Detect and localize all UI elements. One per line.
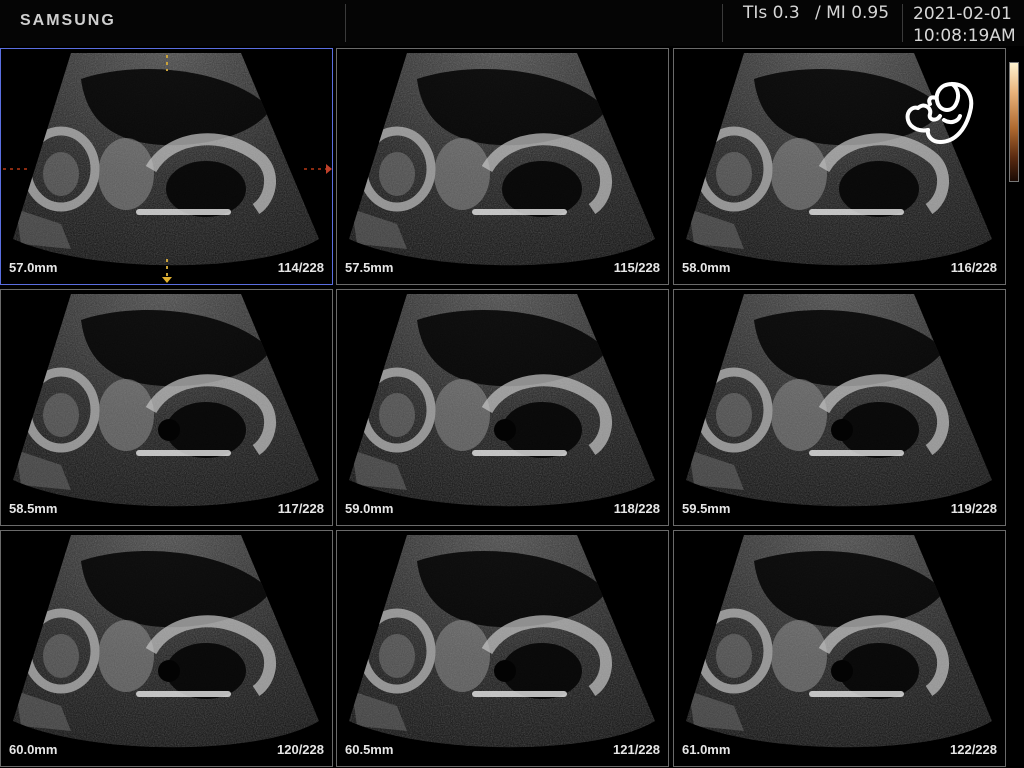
slice-frame-index: 122/228: [950, 742, 997, 757]
cursor-marker-top: [166, 55, 168, 71]
divider: [345, 4, 346, 42]
ultrasound-image: [686, 294, 992, 507]
slice-depth: 60.0mm: [9, 742, 58, 757]
ultrasound-image: [349, 53, 655, 266]
slice-depth: 57.0mm: [9, 260, 58, 275]
slice-depth: 59.0mm: [345, 501, 394, 516]
slice-panel[interactable]: 59.5mm 119/228: [673, 289, 1006, 526]
ultrasound-image: [13, 294, 319, 507]
time-label: 10:08:19AM: [913, 26, 1016, 46]
slice-panel[interactable]: 59.0mm 118/228: [336, 289, 669, 526]
slice-panel[interactable]: 57.0mm 114/228: [0, 48, 333, 285]
fetus-icon: [905, 82, 974, 144]
slice-frame-index: 116/228: [950, 260, 997, 275]
grayscale-map-bar: [1009, 62, 1019, 182]
slice-depth: 57.5mm: [345, 260, 394, 275]
date-label: 2021-02-01: [913, 4, 1012, 24]
slice-depth: 59.5mm: [682, 501, 731, 516]
slice-frame-index: 119/228: [950, 501, 997, 516]
slice-panel[interactable]: 60.5mm 121/228: [336, 530, 669, 767]
cursor-marker-right: [304, 168, 328, 170]
ultrasound-image: [349, 294, 655, 507]
divider: [722, 4, 723, 42]
ultrasound-image: [13, 535, 319, 748]
slice-frame-index: 115/228: [613, 260, 660, 275]
brand-logo: SAMSUNG: [20, 12, 116, 29]
cursor-arrow-icon: [326, 164, 332, 174]
slice-depth: 61.0mm: [682, 742, 731, 757]
cursor-arrow-icon: [162, 277, 172, 283]
divider: [902, 4, 903, 42]
slice-frame-index: 117/228: [277, 501, 324, 516]
status-bar: SAMSUNG TIs 0.3 / MI 0.95 2021-02-01 10:…: [0, 0, 1024, 46]
ultrasound-image: [13, 53, 319, 266]
ultrasound-image: [349, 535, 655, 748]
slice-panel[interactable]: 61.0mm 122/228: [673, 530, 1006, 767]
slice-frame-index: 114/228: [277, 260, 324, 275]
tis-readout: TIs 0.3: [743, 3, 800, 23]
datetime: 2021-02-01 10:08:19AM: [913, 3, 1016, 47]
slice-frame-index: 120/228: [277, 742, 324, 757]
slice-depth: 58.5mm: [9, 501, 58, 516]
cursor-marker-left: [3, 168, 29, 170]
cursor-marker-bottom: [166, 259, 168, 277]
ultrasound-image: [686, 535, 992, 748]
slice-frame-index: 118/228: [613, 501, 660, 516]
slice-grid: 57.0mm 114/228 57.5mm 115/228 58.0mm 116…: [0, 48, 1006, 768]
slice-panel[interactable]: 60.0mm 120/228: [0, 530, 333, 767]
mi-readout: / MI 0.95: [815, 3, 890, 23]
slice-panel[interactable]: 57.5mm 115/228: [336, 48, 669, 285]
slice-panel[interactable]: 58.5mm 117/228: [0, 289, 333, 526]
slice-depth: 60.5mm: [345, 742, 394, 757]
slice-depth: 58.0mm: [682, 260, 731, 275]
slice-frame-index: 121/228: [613, 742, 660, 757]
